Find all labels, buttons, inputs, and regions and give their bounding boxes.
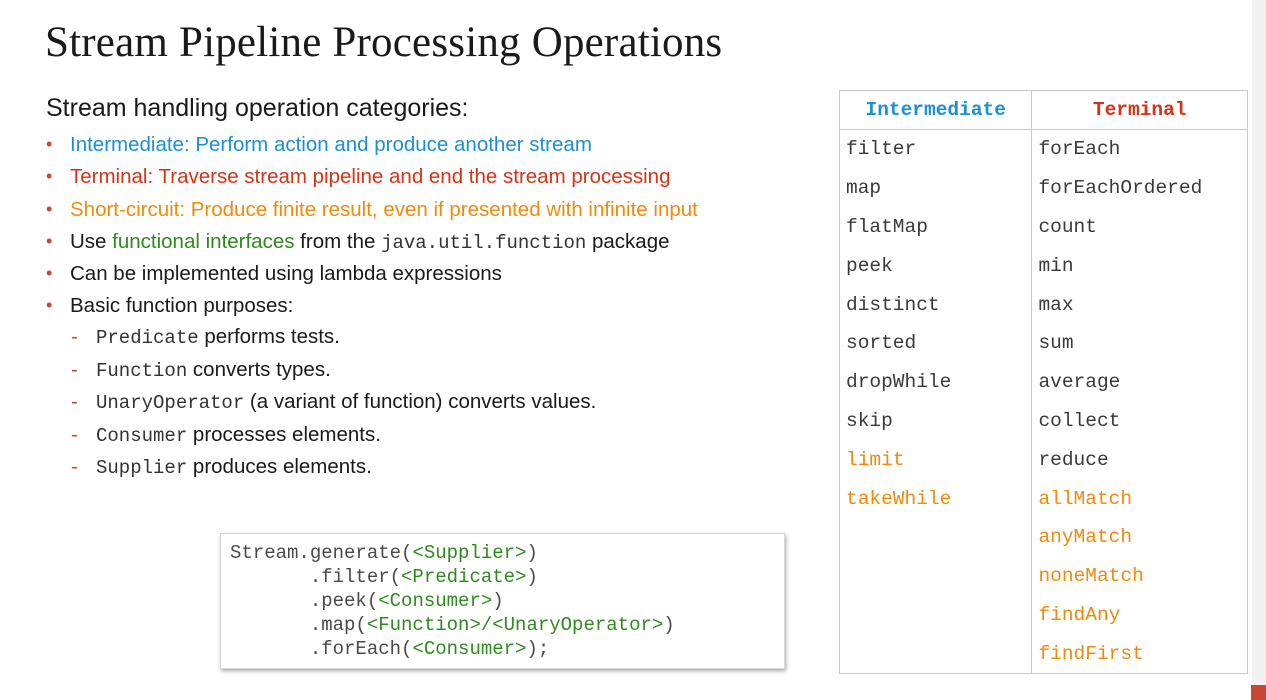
- table-row: noneMatch: [838, 556, 1248, 596]
- intermediate-op-cell: distinct: [838, 285, 1033, 324]
- function-purposes-list: - Predicate performs tests. - Function con…: [70, 322, 596, 485]
- terminal-op-cell: sum: [1031, 323, 1248, 363]
- terminal-op-cell: reduce: [1031, 440, 1248, 480]
- terminal-op-cell: anyMatch: [1031, 517, 1248, 557]
- dash-icon: -: [71, 325, 78, 348]
- intermediate-op-cell: peek: [838, 246, 1033, 286]
- operations-table: Intermediate Terminal filter forEach map fo…: [838, 90, 1248, 675]
- table-row: dropWhile average: [838, 362, 1248, 402]
- bullet-lambda: • Can be implemented using lambda express…: [45, 259, 698, 291]
- terminal-op-cell: average: [1031, 362, 1248, 402]
- bullet-dot-icon: •: [46, 230, 53, 251]
- intermediate-op-cell: skip: [838, 401, 1033, 441]
- table-row: map forEachOrdered: [838, 168, 1248, 208]
- intermediate-op-cell: dropWhile: [838, 362, 1033, 402]
- purpose-consumer: - Consumer processes elements.: [70, 420, 596, 453]
- intermediate-op-cell: [838, 595, 1033, 635]
- table-row: filter forEach: [838, 129, 1248, 169]
- intermediate-op-cell: [838, 556, 1033, 596]
- table-row: distinct max: [838, 285, 1248, 324]
- right-edge-strip: [1252, 0, 1266, 700]
- purpose-predicate: - Predicate performs tests.: [70, 322, 596, 355]
- intermediate-op-cell: map: [838, 168, 1033, 208]
- bullet-intermediate: • Intermediate: Perform action and produc…: [45, 130, 698, 162]
- bullet-dot-icon: •: [46, 263, 53, 284]
- table-row: skip collect: [838, 401, 1248, 441]
- dash-icon: -: [71, 357, 78, 381]
- purpose-supplier: - Supplier produces elements.: [70, 452, 596, 485]
- header-terminal: Terminal: [1031, 90, 1248, 130]
- terminal-op-cell: count: [1031, 207, 1248, 247]
- terminal-op-cell: forEachOrdered: [1031, 168, 1248, 208]
- bullet-dot-icon: •: [46, 198, 53, 219]
- terminal-op-cell: noneMatch: [1031, 556, 1248, 596]
- intermediate-op-cell: filter: [838, 129, 1033, 169]
- intermediate-op-cell: takeWhile: [838, 479, 1033, 518]
- code-line: .forEach(<Consumer>);: [230, 638, 550, 660]
- code-line: .filter(<Predicate>): [230, 566, 538, 588]
- table-row: limit reduce: [838, 440, 1248, 480]
- purpose-function: - Function converts types.: [70, 355, 596, 388]
- bullet-purposes: • Basic function purposes:: [45, 291, 698, 323]
- terminal-op-cell: min: [1031, 246, 1248, 286]
- terminal-op-cell: max: [1031, 285, 1248, 324]
- table-row: flatMap count: [838, 207, 1248, 247]
- table-row: anyMatch: [838, 517, 1248, 557]
- intermediate-op-cell: limit: [838, 440, 1033, 480]
- intermediate-op-cell: [838, 634, 1033, 675]
- table-row: peek min: [838, 246, 1248, 286]
- category-bullet-list: • Intermediate: Perform action and produc…: [45, 130, 698, 324]
- terminal-op-cell: collect: [1031, 401, 1248, 441]
- dash-icon: -: [71, 455, 78, 478]
- brand-corner-mark: [1251, 685, 1266, 700]
- table-row: takeWhile allMatch: [838, 479, 1248, 518]
- bullet-terminal: • Terminal: Traverse stream pipeline and …: [45, 162, 698, 194]
- terminal-op-cell: findFirst: [1031, 634, 1248, 675]
- intermediate-op-cell: sorted: [838, 323, 1033, 363]
- intermediate-op-cell: flatMap: [838, 207, 1033, 247]
- terminal-op-cell: findAny: [1031, 595, 1248, 635]
- bullet-dot-icon: •: [46, 295, 53, 316]
- slide-subtitle: Stream handling operation categories:: [46, 94, 469, 122]
- code-line: .map(<Function>/<UnaryOperator>): [230, 614, 675, 636]
- intermediate-op-cell: [838, 517, 1033, 557]
- header-intermediate: Intermediate: [838, 90, 1033, 130]
- purpose-unary-operator: - UnaryOperator (a variant of function) c…: [70, 387, 596, 420]
- table-row: findAny: [838, 595, 1248, 635]
- bullet-short-circuit: • Short-circuit: Produce finite result, e…: [45, 195, 698, 227]
- terminal-op-cell: allMatch: [1031, 479, 1248, 518]
- bullet-functional-interfaces: • Use functional interfaces from the java…: [45, 227, 698, 259]
- terminal-op-cell: forEach: [1031, 129, 1248, 169]
- table-row: sorted sum: [838, 323, 1248, 363]
- bullet-dot-icon: •: [46, 134, 53, 154]
- bullet-dot-icon: •: [46, 166, 53, 187]
- dash-icon: -: [71, 422, 78, 446]
- code-example-box: Stream.generate(<Supplier>) .filter(<Pre…: [220, 533, 785, 669]
- code-line: .peek(<Consumer>): [230, 590, 504, 612]
- table-row: findFirst: [838, 634, 1248, 675]
- package-name: java.util.function: [381, 231, 587, 254]
- code-line: Stream.generate(<Supplier>): [230, 542, 538, 564]
- slide-title: Stream Pipeline Processing Operations: [45, 19, 723, 66]
- dash-icon: -: [71, 390, 78, 413]
